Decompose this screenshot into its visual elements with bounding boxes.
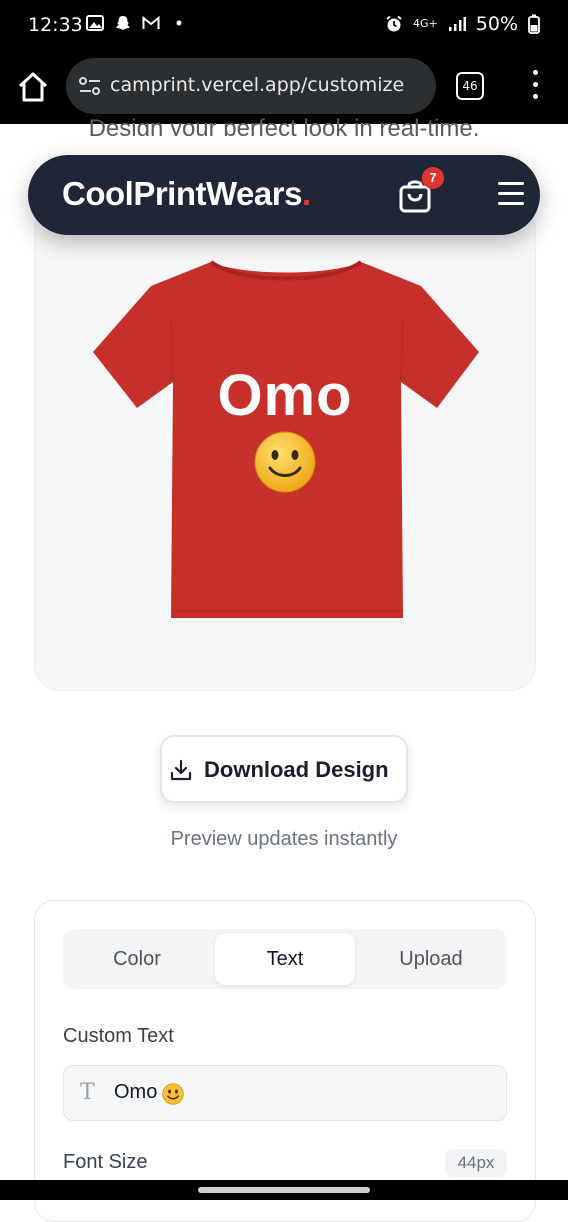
tab-switcher-button[interactable]: 46	[456, 72, 484, 100]
custom-text-label: Custom Text	[63, 1025, 174, 1047]
logo-dot: .	[301, 175, 311, 212]
customize-tabs: Color Text Upload	[63, 929, 507, 989]
download-icon	[170, 759, 192, 781]
gmail-icon	[142, 15, 160, 29]
alarm-icon	[386, 15, 402, 32]
address-bar[interactable]: camprint.vercel.app/customize	[66, 58, 436, 114]
download-label: Download Design	[204, 757, 389, 782]
menu-icon[interactable]	[498, 182, 524, 206]
font-size-value: 44px	[445, 1149, 507, 1177]
smiley-face-icon	[254, 431, 316, 493]
battery-percent: 50%	[475, 13, 518, 35]
download-design-button[interactable]: Download Design	[160, 735, 408, 803]
notification-dot-icon	[176, 20, 182, 26]
home-icon[interactable]	[16, 70, 50, 104]
more-menu-icon[interactable]	[527, 70, 543, 104]
brand-logo[interactable]: CoolPrintWears.	[62, 175, 311, 213]
tab-text[interactable]: Text	[215, 933, 355, 985]
gesture-bar	[0, 1180, 568, 1200]
shirt-preview-card: Omo	[34, 205, 536, 691]
tab-color[interactable]: Color	[67, 933, 207, 985]
status-right: 4G+ 50%	[385, 13, 540, 35]
custom-text-value: Omo	[114, 1081, 158, 1103]
logo-text: CoolPrintWears	[62, 175, 302, 212]
status-bar: 12:33 4G+ 50%	[0, 0, 568, 52]
gallery-icon	[86, 15, 104, 31]
shirt-custom-text: Omo	[217, 363, 353, 428]
notification-icons	[86, 14, 188, 32]
status-time: 12:33	[28, 14, 83, 36]
network-type: 4G+	[413, 17, 438, 30]
site-navbar: CoolPrintWears. 7	[28, 155, 540, 235]
battery-icon	[528, 14, 540, 34]
home-indicator[interactable]	[198, 1187, 370, 1193]
font-size-label: Font Size	[63, 1151, 148, 1173]
text-type-icon: T	[80, 1080, 95, 1105]
signal-icon	[448, 17, 466, 31]
custom-text-input[interactable]: T Omo	[63, 1065, 507, 1121]
preview-note: Preview updates instantly	[170, 828, 398, 850]
site-settings-icon[interactable]	[78, 76, 102, 96]
smiley-face-icon	[162, 1083, 184, 1105]
snapchat-icon	[116, 16, 130, 30]
url-text: camprint.vercel.app/customize	[110, 74, 405, 96]
cart-count-badge: 7	[422, 167, 444, 189]
tab-upload[interactable]: Upload	[361, 933, 501, 985]
customize-controls-card: Color Text Upload Custom Text T Omo Font…	[34, 900, 536, 1222]
page-subtitle: Design your perfect look in real-time.	[88, 115, 480, 136]
